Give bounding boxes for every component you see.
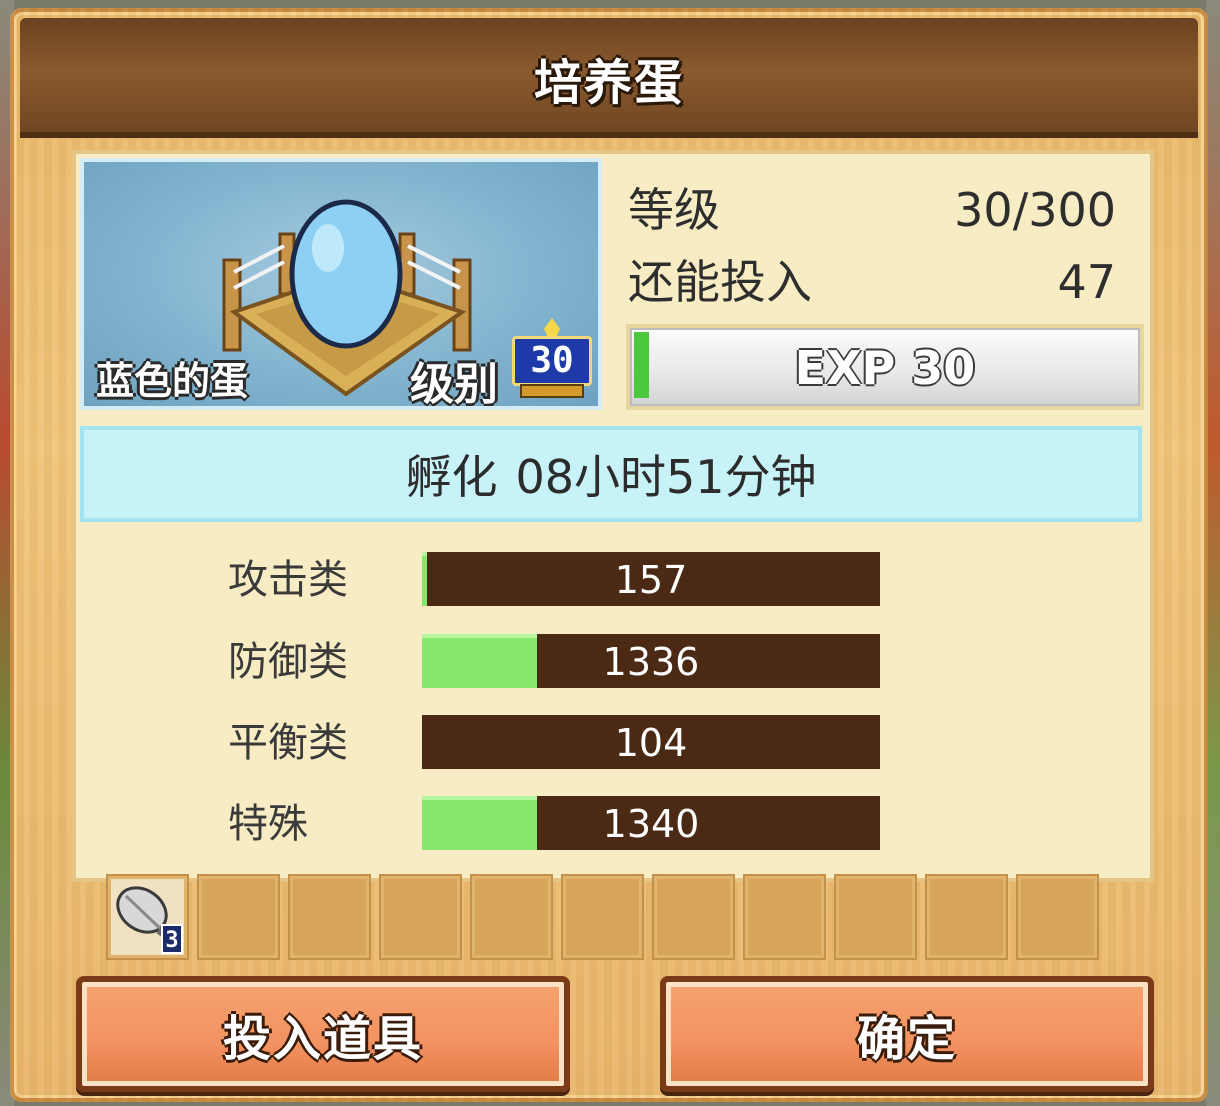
item-slot-empty[interactable] [470, 874, 553, 960]
rank-badge: 30 [512, 318, 592, 400]
item-slots: 3 [106, 874, 1106, 962]
item-slot-empty[interactable] [743, 874, 826, 960]
hatch-time: 08小时51分钟 [515, 450, 817, 504]
item-slot-empty[interactable] [1016, 874, 1099, 960]
dialog-title: 培养蛋 [533, 55, 684, 111]
item-slot-empty[interactable] [288, 874, 371, 960]
attr-bar: 1340 [422, 796, 880, 850]
exp-bar: EXP 30 [626, 324, 1144, 410]
attr-row-attack: 攻击类 157 [76, 552, 1146, 608]
item-slot-empty[interactable] [652, 874, 735, 960]
attr-bar: 104 [422, 715, 880, 769]
remaining-label: 还能投入 [628, 255, 812, 309]
dialog-title-bar: 培养蛋 [20, 18, 1198, 138]
rank-badge-base [520, 384, 584, 398]
attr-value: 1336 [602, 640, 700, 684]
egg-rank-label: 级别 [410, 359, 498, 410]
attr-row-defense: 防御类 1336 [76, 634, 1146, 690]
item-slot-empty[interactable] [197, 874, 280, 960]
confirm-button[interactable]: 确定 [660, 976, 1154, 1092]
attr-value: 157 [614, 558, 688, 602]
attr-bar: 1336 [422, 634, 880, 688]
item-slot-empty[interactable] [925, 874, 1008, 960]
level-row: 等级 30/300 [622, 174, 1126, 246]
egg-stats: 等级 30/300 还能投入 47 [622, 174, 1126, 318]
hatch-timer: 孵化 08小时51分钟 [80, 426, 1142, 522]
level-label: 等级 [628, 183, 720, 237]
background-right [1206, 0, 1220, 1106]
attr-value: 1340 [602, 802, 700, 846]
rank-value: 30 [512, 336, 592, 386]
use-item-button[interactable]: 投入道具 [76, 976, 570, 1092]
attr-label: 攻击类 [228, 557, 348, 603]
attr-row-balance: 平衡类 104 [76, 715, 1146, 771]
item-slot-empty[interactable] [834, 874, 917, 960]
remaining-row: 还能投入 47 [622, 246, 1126, 318]
egg-portrait: 蓝色的蛋 级别 30 [80, 158, 602, 410]
egg-info-panel: 蓝色的蛋 级别 30 等级 30/300 还能投入 47 EXP 30 孵化 0… [72, 150, 1154, 882]
egg-dialog: 培养蛋 蓝色的蛋 级别 30 等级 30/300 还能投入 47 EXP 30 … [10, 8, 1208, 1102]
item-count: 3 [161, 924, 183, 954]
attr-label: 特殊 [228, 801, 308, 847]
egg-name: 蓝色的蛋 [96, 359, 249, 403]
remaining-value: 47 [1057, 255, 1116, 309]
attr-label: 平衡类 [228, 720, 348, 766]
item-slot-1[interactable]: 3 [106, 874, 189, 960]
attr-bar: 157 [422, 552, 880, 606]
hatch-label: 孵化 [405, 450, 498, 504]
exp-text: EXP 30 [794, 341, 976, 395]
attr-row-special: 特殊 1340 [76, 796, 1146, 852]
level-value: 30/300 [954, 183, 1116, 237]
item-slot-empty[interactable] [561, 874, 644, 960]
attr-label: 防御类 [228, 639, 348, 685]
attr-value: 104 [614, 721, 688, 765]
item-slot-empty[interactable] [379, 874, 462, 960]
